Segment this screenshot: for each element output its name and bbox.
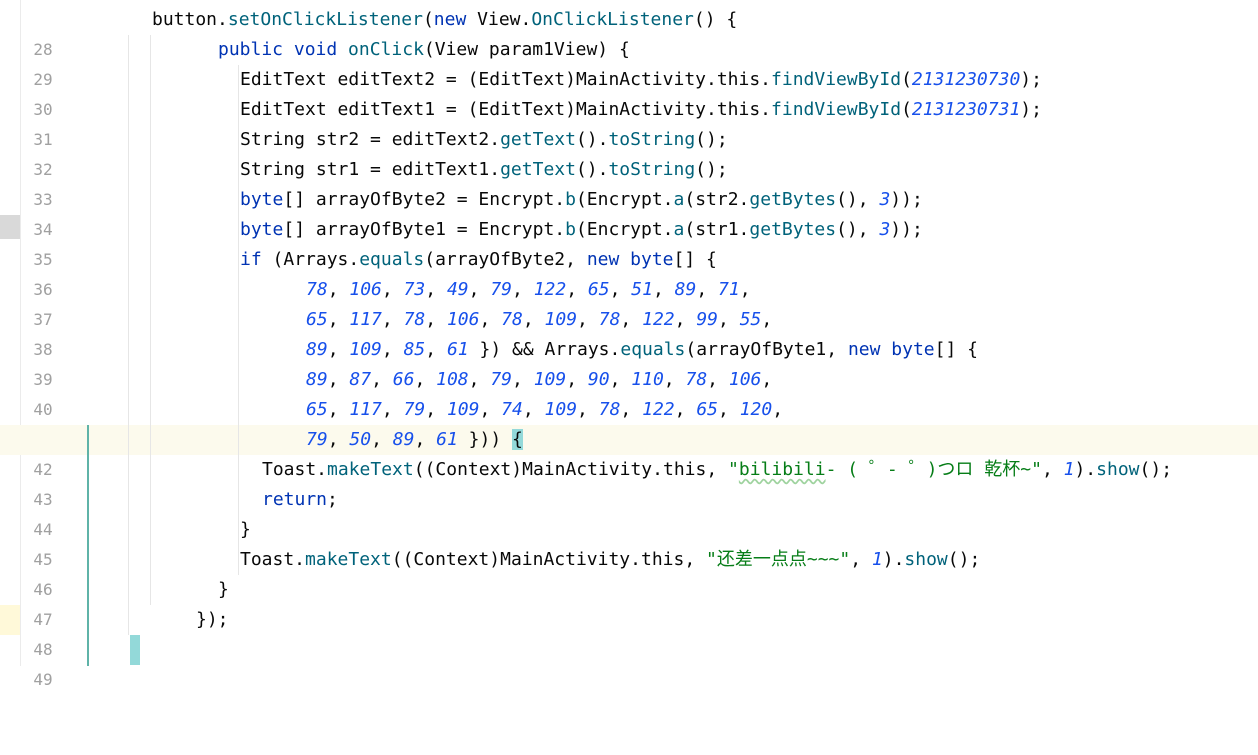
line-number: 49 xyxy=(33,670,53,689)
code-line[interactable]: 37 78, 106, 73, 49, 79, 122, 65, 51, 89,… xyxy=(0,275,1258,329)
code-line[interactable]: 34 byte[] arrayOfByte2 = Encrypt.b(Encry… xyxy=(0,185,1258,239)
code-text: 65, 117, 78, 106, 78, 109, 78, 122, 99, … xyxy=(306,309,773,330)
code-line[interactable]: 38 65, 117, 78, 106, 78, 109, 78, 122, 9… xyxy=(0,305,1258,359)
code-text: public void onClick(View param1View) { xyxy=(218,39,630,60)
code-line[interactable]: 35 byte[] arrayOfByte1 = Encrypt.b(Encry… xyxy=(0,215,1258,269)
code-text: if (Arrays.equals(arrayOfByte2, new byte… xyxy=(240,249,717,270)
code-line[interactable]: 41 65, 117, 79, 109, 74, 109, 78, 122, 6… xyxy=(0,395,1258,449)
spellcheck-warning: bilibili xyxy=(738,459,826,480)
indent-guide xyxy=(238,275,239,455)
code-line[interactable]: 36 if (Arrays.equals(arrayOfByte2, new b… xyxy=(0,245,1258,299)
code-text: 78, 106, 73, 49, 79, 122, 65, 51, 89, 71… xyxy=(306,279,751,300)
matched-brace: { xyxy=(512,429,523,450)
code-line[interactable]: 29 public void onClick(View param1View) … xyxy=(0,35,1258,89)
code-line[interactable]: 48 }); xyxy=(0,605,1258,659)
code-line[interactable]: 47 } xyxy=(0,575,1258,629)
code-line[interactable]: 40 89, 87, 66, 108, 79, 109, 90, 110, 78… xyxy=(0,365,1258,419)
code-line-current[interactable]: 42 79, 50, 89, 61 })) { xyxy=(0,425,1258,479)
scope-indicator xyxy=(87,425,89,666)
code-text: 89, 87, 66, 108, 79, 109, 90, 110, 78, 1… xyxy=(306,369,773,390)
code-text: Toast.makeText((Context)MainActivity.thi… xyxy=(262,459,1173,480)
code-text: EditText editText1 = (EditText)MainActiv… xyxy=(240,99,1042,120)
indent-guide xyxy=(150,35,151,605)
code-line[interactable]: 46 Toast.makeText((Context)MainActivity.… xyxy=(0,545,1258,599)
code-line[interactable]: 44 return; xyxy=(0,485,1258,539)
code-text: Toast.makeText((Context)MainActivity.thi… xyxy=(240,549,981,570)
code-text: button.setOnClickListener(new View.OnCli… xyxy=(152,9,738,30)
code-line[interactable]: 30 EditText editText2 = (EditText)MainAc… xyxy=(0,65,1258,119)
code-line[interactable]: 43 Toast.makeText((Context)MainActivity.… xyxy=(0,455,1258,509)
code-editor[interactable]: 28 button.setOnClickListener(new View.On… xyxy=(0,5,1258,689)
code-line[interactable]: 45 } xyxy=(0,515,1258,569)
code-text: byte[] arrayOfByte1 = Encrypt.b(Encrypt.… xyxy=(240,219,923,240)
code-line[interactable]: 39 89, 109, 85, 61 }) && Arrays.equals(a… xyxy=(0,335,1258,389)
code-text: } xyxy=(218,579,229,600)
code-text: 65, 117, 79, 109, 74, 109, 78, 122, 65, … xyxy=(306,399,784,420)
indent-guide xyxy=(128,35,129,635)
code-text: } xyxy=(240,519,251,540)
code-text: String str2 = editText2.getText().toStri… xyxy=(240,129,728,150)
matched-brace-highlight xyxy=(130,635,140,665)
code-line[interactable]: 31 EditText editText1 = (EditText)MainAc… xyxy=(0,95,1258,149)
code-text: }); xyxy=(196,609,229,630)
code-line[interactable]: 33 String str1 = editText1.getText().toS… xyxy=(0,155,1258,209)
code-text: 89, 109, 85, 61 }) && Arrays.equals(arra… xyxy=(306,339,979,360)
code-line[interactable]: 28 button.setOnClickListener(new View.On… xyxy=(0,5,1258,59)
code-text: 79, 50, 89, 61 })) { xyxy=(306,429,523,450)
code-line[interactable]: 32 String str2 = editText2.getText().toS… xyxy=(0,125,1258,179)
code-text: byte[] arrayOfByte2 = Encrypt.b(Encrypt.… xyxy=(240,189,923,210)
code-line[interactable]: 49 } xyxy=(0,635,1258,689)
code-text: return; xyxy=(262,489,338,510)
code-text: EditText editText2 = (EditText)MainActiv… xyxy=(240,69,1042,90)
code-text: String str1 = editText1.getText().toStri… xyxy=(240,159,728,180)
